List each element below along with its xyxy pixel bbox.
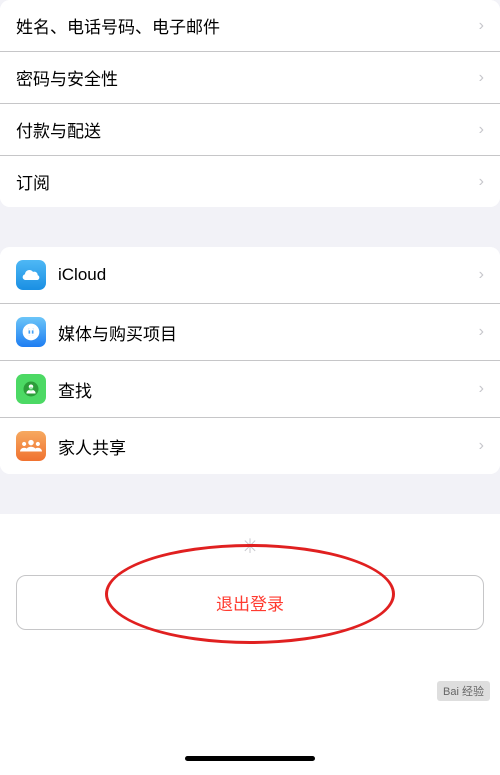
section-separator [0,227,500,247]
password-security-label: 密码与安全性 [16,65,471,90]
media-purchases-label: 媒体与购买项目 [58,320,471,345]
icloud-icon [16,260,46,290]
find-item[interactable]: 查找 › [0,361,500,418]
icloud-item[interactable]: iCloud › [0,247,500,304]
watermark: Bai 经验 [437,681,490,701]
chevron-right-icon: › [479,266,484,284]
family-sharing-label: 家人共享 [58,434,471,459]
payment-delivery-item[interactable]: 付款与配送 › [0,104,500,156]
family-sharing-item[interactable]: 家人共享 › [0,418,500,474]
media-purchases-item[interactable]: 媒体与购买项目 › [0,304,500,361]
chevron-right-icon: › [479,323,484,341]
subscription-item[interactable]: 订阅 › [0,156,500,207]
subscription-label: 订阅 [16,169,471,194]
chevron-right-icon: › [479,121,484,139]
account-section: 姓名、电话号码、电子邮件 › 密码与安全性 › 付款与配送 › 订阅 › [0,0,500,207]
name-phone-email-label: 姓名、电话号码、电子邮件 [16,13,471,38]
chevron-right-icon: › [479,380,484,398]
chevron-right-icon: › [479,69,484,87]
payment-delivery-label: 付款与配送 [16,117,471,142]
section-separator-2 [0,494,500,514]
sign-out-section: ✳ 退出登录 Bai 经验 [0,514,500,741]
appstore-icon [16,317,46,347]
name-phone-email-item[interactable]: 姓名、电话号码、电子邮件 › [0,0,500,52]
loading-icon: ✳ [242,534,259,559]
home-bar [185,756,315,761]
icloud-label: iCloud [58,265,471,285]
settings-page: 姓名、电话号码、电子邮件 › 密码与安全性 › 付款与配送 › 订阅 › iCl… [0,0,500,775]
chevron-right-icon: › [479,17,484,35]
chevron-right-icon: › [479,173,484,191]
services-section: iCloud › 媒体与购买项目 › [0,247,500,474]
password-security-item[interactable]: 密码与安全性 › [0,52,500,104]
family-sharing-icon [16,431,46,461]
home-indicator [0,741,500,775]
find-icon [16,374,46,404]
sign-out-button[interactable]: 退出登录 [16,575,484,630]
find-label: 查找 [58,377,471,402]
chevron-right-icon: › [479,437,484,455]
